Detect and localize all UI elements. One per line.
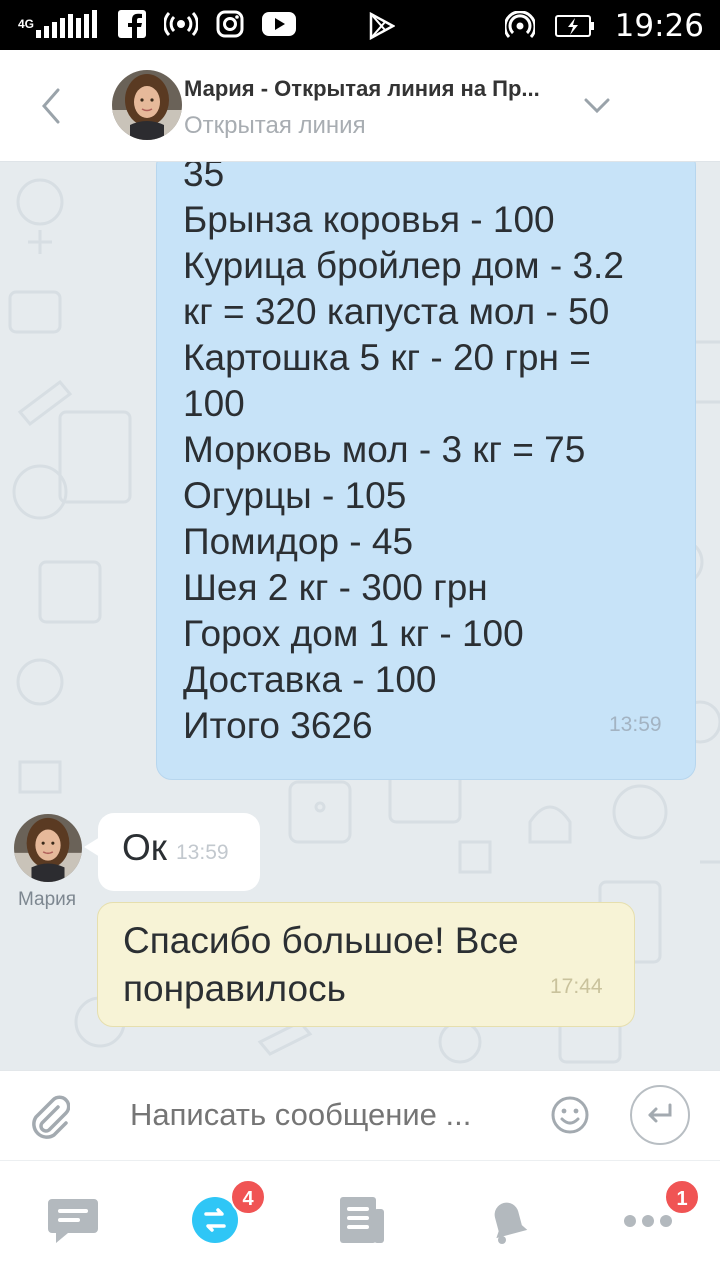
clock: 19:26 [614,8,704,44]
message-input[interactable] [130,1097,530,1133]
message-bubble-highlighted[interactable]: Спасибо большое! Все понравилось 17:44 [97,902,635,1027]
nav-open-lines[interactable]: 4 [190,1179,266,1245]
battery-charging-icon [554,15,594,37]
enter-icon [648,1103,672,1123]
nav-feed[interactable] [334,1195,390,1245]
header-menu-button[interactable] [584,98,610,119]
chats-icon [48,1199,98,1243]
paperclip-icon [32,1095,71,1139]
nav-more[interactable]: 1 [620,1179,700,1245]
composer [0,1070,720,1160]
message-line: Брынза коровья - 100 [183,199,555,240]
message-line: Доставка - 100 [183,659,437,700]
send-button[interactable] [630,1085,690,1145]
play-store-icon [369,12,395,40]
chat-title[interactable]: Мария - Открытая линия на Пр... [184,76,584,102]
facebook-icon [118,10,147,38]
message-bubble-incoming[interactable]: Ок 13:59 [84,813,260,891]
message-time: 17:44 [550,975,603,998]
message-line: Шея 2 кг - 300 грн [183,567,488,608]
sender-name: Мария [18,889,77,910]
message-time: 13:59 [176,841,229,864]
message-line: Морковь мол - 3 кг = 75 [183,429,586,470]
nav-chats[interactable] [46,1195,102,1245]
chat-header: Мария - Открытая линия на Пр... Открытая… [0,50,720,162]
status-bar: 4G 19:26 [0,0,720,50]
nav-notifications[interactable] [478,1195,534,1245]
message-line: Итого 3626 [183,705,373,746]
notification-badge: 4 [230,1179,266,1215]
message-bubble-outgoing[interactable]: 35 Брынза коровья - 100 Курица бройлер д… [156,162,696,780]
smiley-icon [551,1096,589,1134]
user-photo [112,70,182,140]
signal-icon [36,10,98,38]
chevron-left-icon [42,88,60,124]
avatar[interactable] [112,70,182,140]
message-line: кг = 320 капуста мол - 50 [183,291,610,332]
user-photo [14,814,82,882]
message-time: 13:59 [609,713,662,736]
broadcast-icon [164,11,199,37]
message-line: 35 [183,162,225,194]
message-text: Ок [122,827,167,868]
attach-button[interactable] [28,1093,71,1144]
message-line: 100 [183,383,245,424]
message-line: Огурцы - 105 [183,475,407,516]
message-text: 35 Брынза коровья - 100 Курица бройлер д… [183,162,624,749]
message-line: Помидор - 45 [183,521,414,562]
notifications-icon [494,1202,528,1244]
notification-badge: 1 [664,1179,700,1215]
message-line: Горох дом 1 кг - 100 [183,613,524,654]
network-type: 4G [18,17,35,31]
hotspot-icon [504,11,535,39]
instagram-icon [216,10,244,38]
emoji-button[interactable] [550,1095,590,1140]
message-text: Спасибо большое! Все понравилось [123,920,519,1009]
message-line: Картошка 5 кг - 20 грн = [183,337,591,378]
chevron-down-icon [584,98,610,114]
feed-icon [340,1197,384,1243]
youtube-icon [262,12,297,36]
bottom-navigation: 4 1 [0,1160,720,1280]
message-line: Курица бройлер дом - 3.2 [183,245,624,286]
back-button[interactable] [38,86,62,131]
sender-avatar[interactable] [14,814,82,882]
message-list[interactable]: 35 Брынза коровья - 100 Курица бройлер д… [0,162,720,1070]
chat-subtitle: Открытая линия [184,112,366,139]
